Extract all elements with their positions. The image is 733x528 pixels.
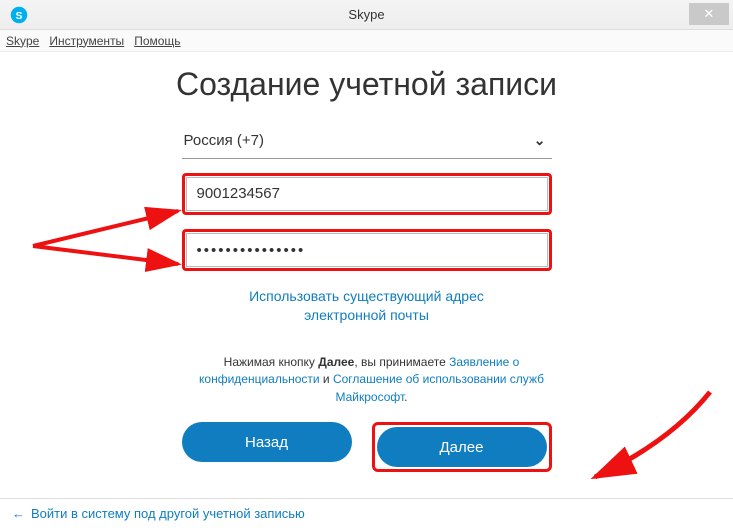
switch-account-label: Войти в систему под другой учетной запис… (31, 506, 305, 521)
close-button[interactable]: ✕ (689, 3, 729, 25)
switch-account-link[interactable]: ← Войти в систему под другой учетной зап… (12, 506, 305, 521)
menu-tools[interactable]: Инструменты (49, 34, 124, 48)
content-area: Создание учетной записи Россия (+7) ⌄ ••… (0, 52, 733, 498)
arrow-left-icon: ← (12, 506, 25, 521)
menubar: Skype Инструменты Помощь (0, 30, 733, 52)
window-title: Skype (0, 7, 733, 22)
titlebar: S Skype ✕ (0, 0, 733, 30)
terms-link[interactable]: Соглашение об использовании служб Майкро… (333, 372, 544, 403)
signup-form: Россия (+7) ⌄ ••••••••••••••• Использова… (182, 127, 552, 472)
annotation-arrow-phone (28, 196, 188, 316)
password-input[interactable]: ••••••••••••••• (186, 233, 548, 267)
button-row: Назад Далее (182, 422, 552, 472)
skype-logo-icon: S (10, 6, 28, 24)
phone-field-highlight (182, 173, 552, 215)
legal-text: Нажимая кнопку Далее, вы принимаете Заяв… (182, 354, 562, 406)
menu-help[interactable]: Помощь (134, 34, 180, 48)
next-button-highlight: Далее (372, 422, 552, 472)
menu-skype[interactable]: Skype (6, 34, 39, 48)
use-email-link[interactable]: Использовать существующий адрес электрон… (182, 287, 552, 326)
page-heading: Создание учетной записи (0, 66, 733, 103)
country-label: Россия (+7) (184, 132, 264, 149)
phone-input[interactable] (186, 177, 548, 211)
annotation-arrow-next (580, 382, 720, 502)
close-icon: ✕ (704, 6, 715, 22)
chevron-down-icon: ⌄ (534, 132, 546, 149)
next-button[interactable]: Далее (377, 427, 547, 467)
password-field-highlight: ••••••••••••••• (182, 229, 552, 271)
country-select[interactable]: Россия (+7) ⌄ (182, 127, 552, 159)
skype-window: S Skype ✕ Skype Инструменты Помощь Созда… (0, 0, 733, 528)
svg-text:S: S (15, 9, 22, 21)
footer: ← Войти в систему под другой учетной зап… (0, 498, 733, 528)
back-button[interactable]: Назад (182, 422, 352, 462)
